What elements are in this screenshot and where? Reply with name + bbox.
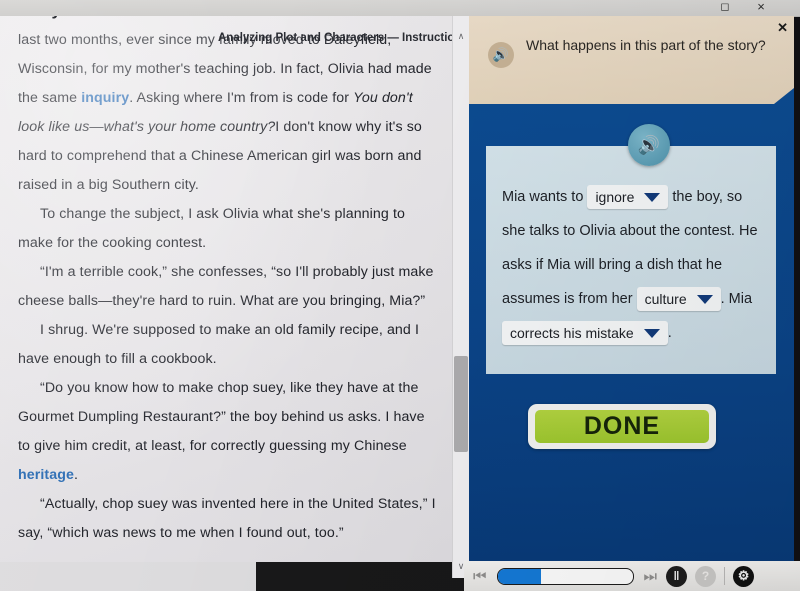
close-icon[interactable]: ✕ <box>777 20 788 36</box>
passage-paragraph-3: “I'm a terrible cook,” she confesses, “s… <box>18 264 434 309</box>
chevron-down-icon <box>696 294 713 304</box>
progress-bar[interactable] <box>496 567 634 585</box>
dropdown-1-value: ignore <box>595 189 635 206</box>
read-aloud-button[interactable]: 🔊 <box>628 124 670 166</box>
sentence-segment-4: . Mia <box>720 291 753 307</box>
speaker-icon: 🔊 <box>637 135 661 155</box>
passage-paragraph-4: I shrug. We're supposed to make an old f… <box>18 322 419 367</box>
scroll-up-icon[interactable]: ∧ <box>453 28 469 44</box>
dropdown-3-value: corrects his mistake <box>510 325 634 342</box>
passage-scrollbar[interactable]: ∧ ∨ <box>452 16 469 578</box>
maximize-icon[interactable]: ◻ <box>712 0 738 15</box>
question-card: 🔊 What happens in this part of the story… <box>468 16 794 104</box>
close-window-icon[interactable]: × <box>748 0 774 15</box>
lesson-title: Analyzing Plot and Characters — Instruct… <box>218 32 452 44</box>
scrollbar-thumb[interactable] <box>454 356 468 452</box>
passage-run-5: “Do you know how to make chop suey, like… <box>18 380 425 454</box>
toolbar-divider <box>724 567 726 585</box>
progress-fill <box>497 568 541 584</box>
help-button[interactable]: ? <box>695 565 717 587</box>
done-button[interactable]: DONE <box>535 410 709 443</box>
sentence-segment-5: . <box>667 325 672 341</box>
os-window-titlebar: ◻ × <box>0 0 800 17</box>
dropdown-2[interactable]: culture <box>636 287 721 312</box>
done-button-frame: DONE <box>528 404 716 449</box>
speaker-glyph: 🔊 <box>492 47 510 62</box>
previous-icon[interactable]: ⏮ <box>468 568 492 585</box>
dropdown-1[interactable]: ignore <box>587 185 669 210</box>
passage-run-5b: . <box>74 467 79 483</box>
reading-pane: i-Ready Analyzing Plot and Characters — … <box>0 16 452 562</box>
question-text: What happens in this part of the story? <box>526 37 766 53</box>
passage-paragraph-1: last two months, ever since my family mo… <box>18 26 436 200</box>
vocab-link-heritage[interactable]: heritage <box>18 467 74 483</box>
settings-gear-icon[interactable]: ⚙ <box>733 565 755 587</box>
passage-paragraph-6: “Actually, chop suey was invented here i… <box>18 496 436 541</box>
pause-button[interactable]: ‖ <box>666 565 688 587</box>
passage-paragraph-2: To change the subject, I ask Olivia what… <box>18 206 405 251</box>
cloze-sentence: Mia wants to ignore the boy, so she talk… <box>502 180 764 350</box>
vocab-link-inquiry[interactable]: inquiry <box>81 90 129 106</box>
passage-run-1c: I don't <box>275 119 319 135</box>
passage-text: last two months, ever since my family mo… <box>18 26 436 548</box>
answer-card: 🔊 Mia wants to ignore the boy, so she ta… <box>486 124 776 374</box>
dropdown-3[interactable]: corrects his mistake <box>502 321 668 346</box>
chevron-down-icon <box>643 328 660 338</box>
dropdown-2-value: culture <box>644 291 687 308</box>
iready-logo: i-Ready <box>2 16 61 20</box>
speaker-icon[interactable]: 🔊 <box>488 42 514 68</box>
next-icon[interactable]: ⏭ <box>639 568 663 585</box>
activity-panel: ✕ 🔊 What happens in this part of the sto… <box>468 16 794 561</box>
desk-strip <box>0 562 256 591</box>
sentence-segment-1: Mia wants to <box>502 189 584 205</box>
passage-paragraph-5: “Do you know how to make chop suey, like… <box>18 374 436 490</box>
passage-run-1b: . Asking where I'm from is code for <box>129 90 354 106</box>
player-toolbar: ⏮ ⏭ ‖ ? ⚙ <box>464 561 800 591</box>
chevron-down-icon <box>644 192 661 202</box>
screenshot-root: ◻ × i-Ready Analyzing Plot and Character… <box>0 0 800 591</box>
